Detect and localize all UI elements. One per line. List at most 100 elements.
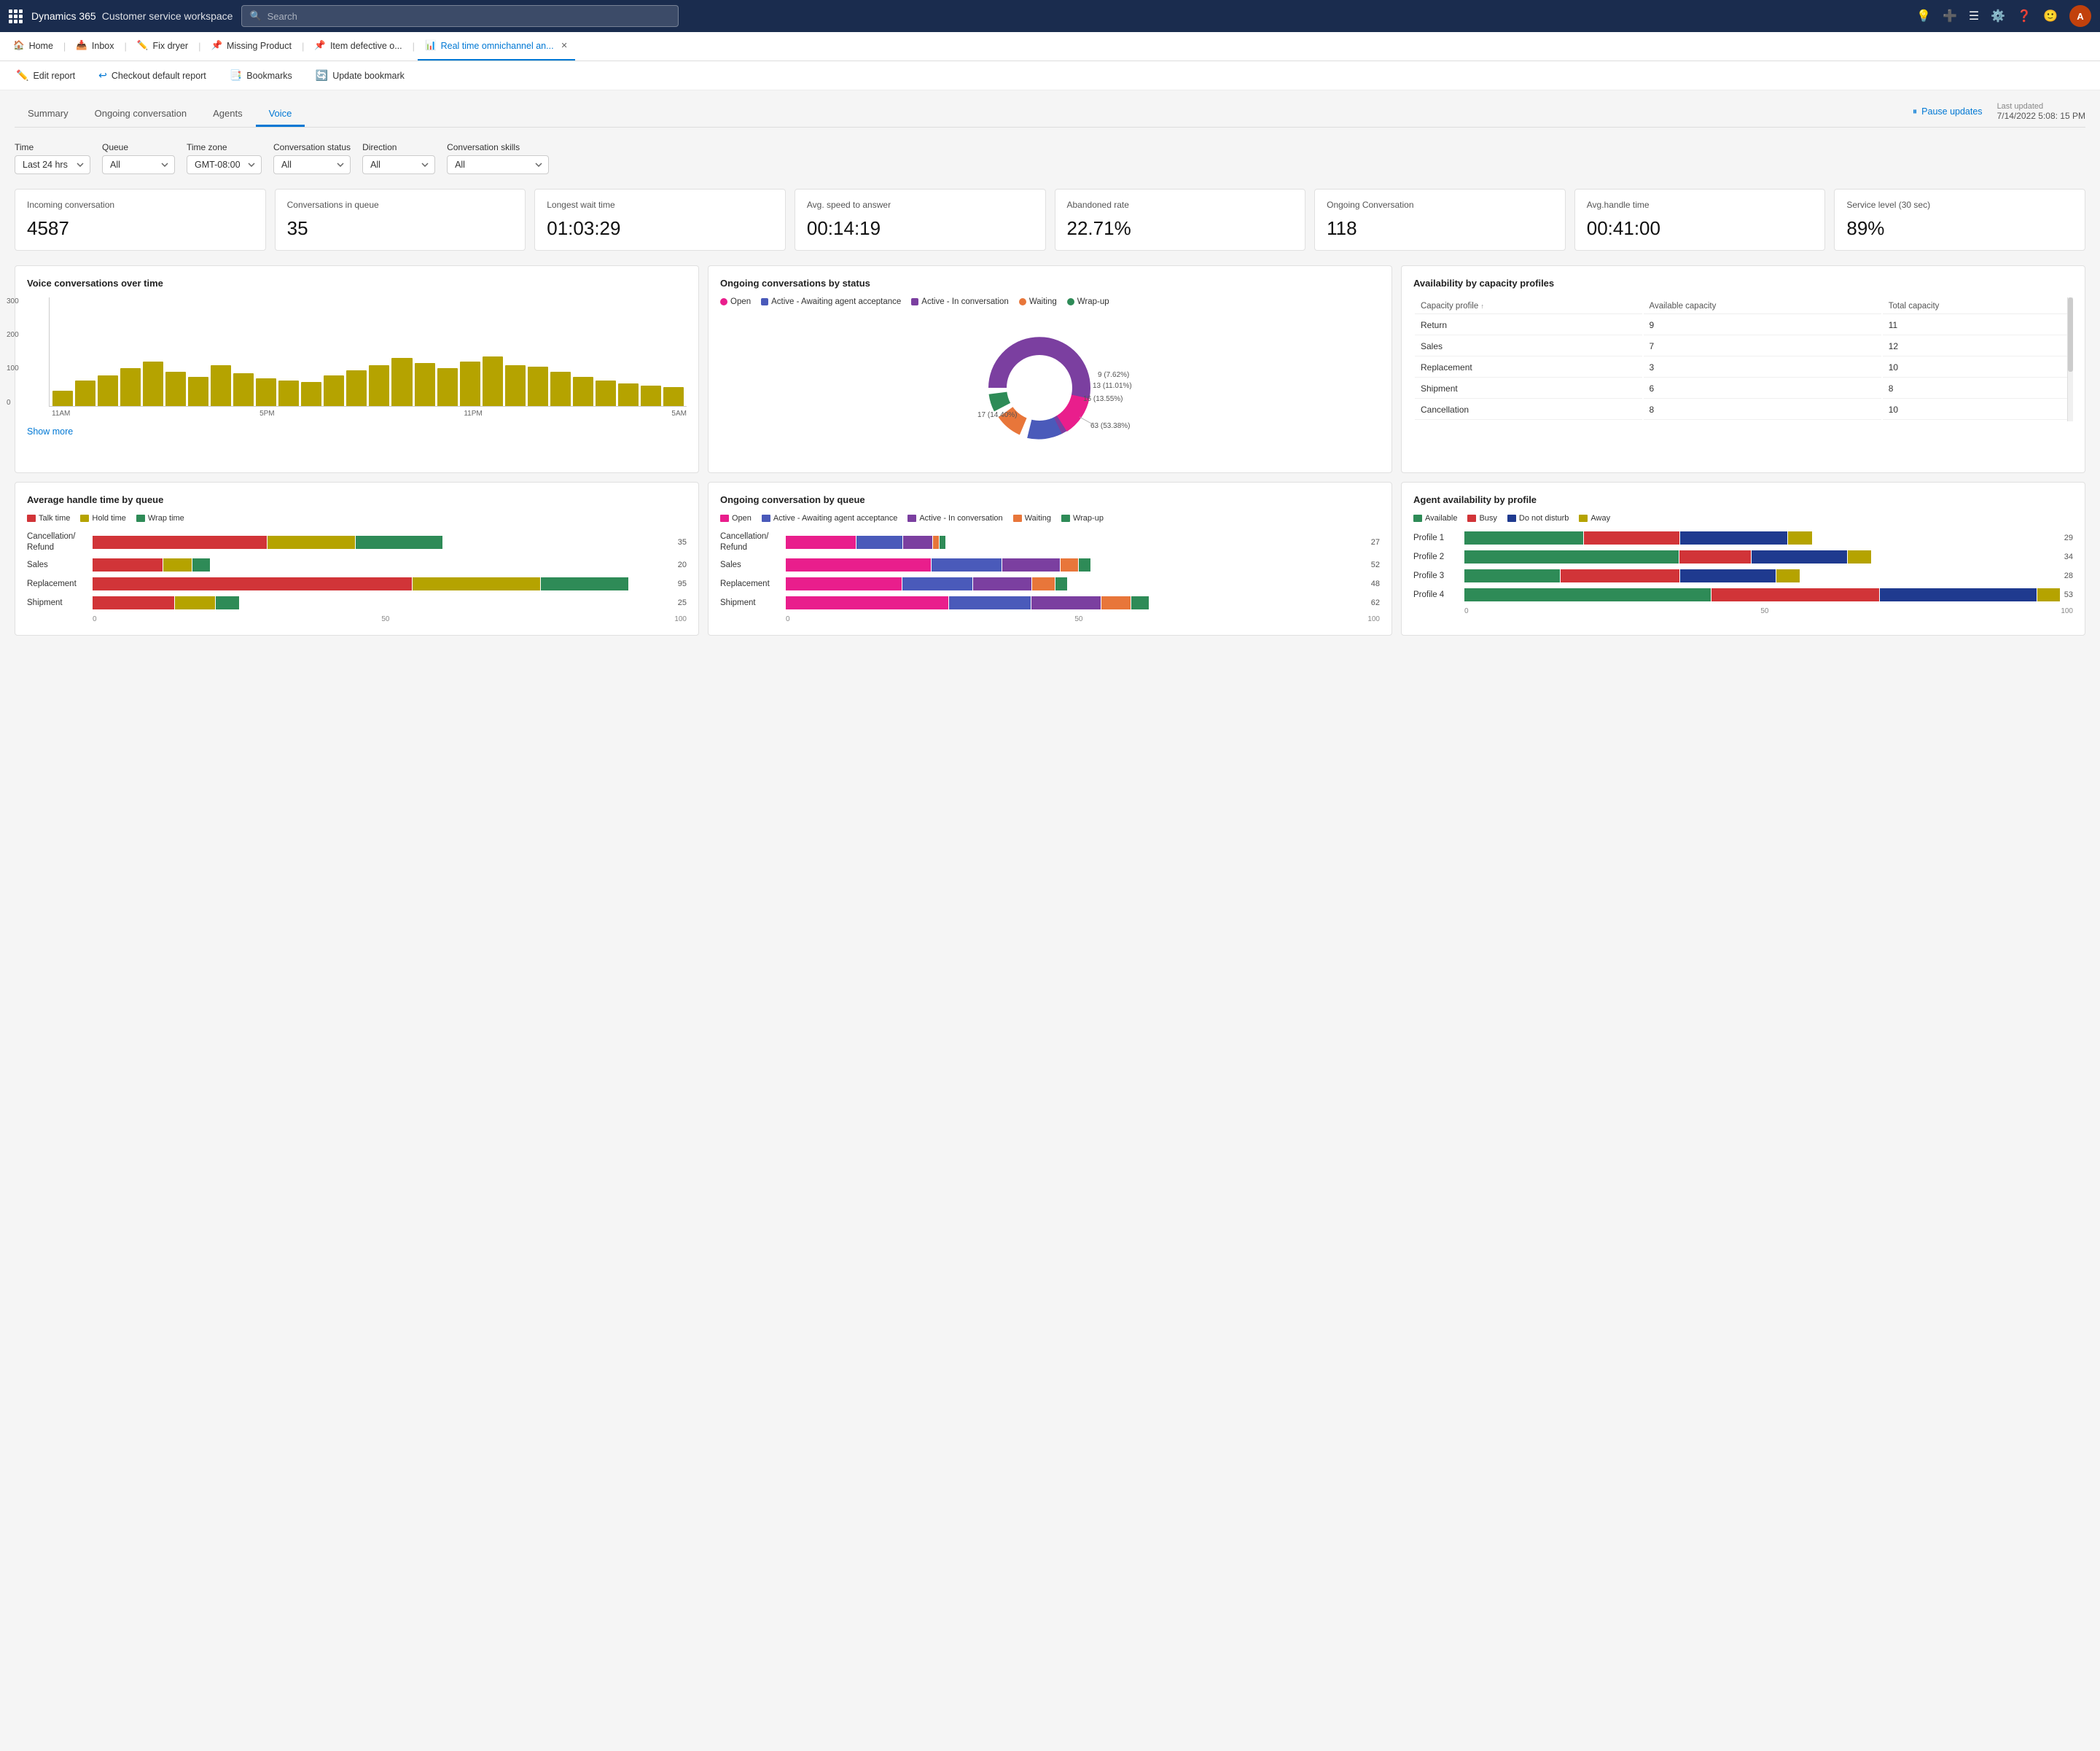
agent-avail-title: Agent availability by profile [1413,494,2073,505]
aa-profile1: Profile 1 29 [1413,531,2073,545]
conv-status-select[interactable]: AllActive [273,155,351,174]
capacity-table: Capacity profile ↑ Available capacity To… [1413,297,2073,421]
avg-handle-title: Average handle time by queue [27,494,687,505]
search-placeholder: Search [268,11,297,22]
pin-icon: 📌 [211,40,222,51]
bookmarks-button[interactable]: 📑 Bookmarks [225,66,297,85]
status-chart-card: Ongoing conversations by status Open Act… [708,265,1392,473]
refresh-icon: 🔄 [316,69,328,82]
avg-handle-card: Average handle time by queue Talk time H… [15,482,699,636]
status-legend: Open Active - Awaiting agent acceptance … [720,297,1380,306]
voice-bar [663,387,684,406]
waffle-icon[interactable] [9,9,23,23]
timezone-filter: Time zone GMT-08:00GMT-05:00 [187,142,262,174]
checkout-default-button[interactable]: ↩ Checkout default report [94,66,211,85]
voice-bar [415,363,435,405]
ongoing-queue-legend: Open Active - Awaiting agent acceptance … [720,514,1380,523]
sub-tab-ongoing[interactable]: Ongoing conversation [82,102,200,127]
report-icon: 📊 [425,40,437,51]
scrollbar-thumb[interactable] [2068,297,2073,372]
sub-tab-summary[interactable]: Summary [15,102,82,127]
voice-bar [120,368,141,405]
voice-bar [165,372,186,406]
tab-inbox[interactable]: 📥 Inbox [69,32,121,61]
kpi-service-level: Service level (30 sec) 89% [1834,189,2085,251]
time-select[interactable]: Last 24 hrs Last 48 hrs Last 7 days [15,155,90,174]
legend-open: Open [720,297,751,306]
voice-bar [596,381,616,406]
voice-bar [143,362,163,406]
pencil-icon: ✏️ [16,69,28,82]
plus-icon[interactable]: ➕ [1943,9,1957,23]
voice-bar [324,375,344,406]
menu-icon[interactable]: ☰ [1969,9,1979,23]
table-row: Replacement310 [1415,358,2072,378]
sub-tab-agents[interactable]: Agents [200,102,255,127]
time-filter: Time Last 24 hrs Last 48 hrs Last 7 days [15,142,90,174]
svg-text:63 (53.38%): 63 (53.38%) [1090,422,1130,430]
tab-realtime[interactable]: 📊 Real time omnichannel an... ✕ [418,32,575,61]
voice-bar [211,365,231,406]
hbar-cancellation: Cancellation/ Refund 35 [27,531,687,553]
scrollbar-track[interactable] [2067,297,2073,421]
skills-select[interactable]: AllTechnical [447,155,549,174]
voice-bar [618,383,639,405]
update-bookmark-button[interactable]: 🔄 Update bookmark [311,66,409,85]
voice-bar [391,358,412,405]
tab-fix-dryer[interactable]: ✏️ Fix dryer [130,32,195,61]
sort-icon: ↑ [1480,303,1484,310]
voice-bar [278,381,299,406]
table-row: Shipment68 [1415,379,2072,399]
donut-svg: 9 (7.62%) 13 (11.01%) 16 (13.55%) 17 (14… [963,315,1138,461]
table-row: Sales712 [1415,337,2072,356]
legend-inconvo: Active - In conversation [911,297,1009,306]
tab-home[interactable]: 🏠 Home [6,32,60,61]
queue-filter: Queue AllSales [102,142,175,174]
show-more-button[interactable]: Show more [27,426,73,437]
donut-chart: 9 (7.62%) 13 (11.01%) 16 (13.55%) 17 (14… [720,315,1380,461]
voice-bar [483,356,503,406]
voice-bar [301,382,321,406]
timezone-select[interactable]: GMT-08:00GMT-05:00 [187,155,262,174]
toolbar: ✏️ Edit report ↩ Checkout default report… [0,61,2100,90]
tab-missing-product[interactable]: 📌 Missing Product [203,32,299,61]
direction-select[interactable]: AllInbound [362,155,435,174]
checkout-icon: ↩ [98,69,107,82]
help-icon[interactable]: ❓ [2017,9,2031,23]
tab-item-defective[interactable]: 📌 Item defective o... [307,32,409,61]
sub-tab-voice[interactable]: Voice [256,102,305,127]
lightbulb-icon[interactable]: 💡 [1916,9,1931,23]
settings-icon[interactable]: ⚙️ [1991,9,2005,23]
pause-icon: ⏸ [1913,106,1917,117]
home-icon: 🏠 [13,40,25,51]
user-avatar[interactable]: A [2069,5,2091,27]
voice-bar [52,391,73,406]
nav-icons: 💡 ➕ ☰ ⚙️ ❓ 🙂 A [1916,5,2091,27]
skills-filter: Conversation skills AllTechnical [447,142,549,174]
kpi-avg-speed: Avg. speed to answer 00:14:19 [795,189,1046,251]
voice-bar [573,377,593,406]
svg-text:16 (13.55%): 16 (13.55%) [1083,395,1123,403]
voice-x-labels: 11AM 5PM 11PM 5AM [49,410,687,418]
inbox-icon: 📥 [76,40,87,51]
queue-select[interactable]: AllSales [102,155,175,174]
legend-awaiting: Active - Awaiting agent acceptance [761,297,901,306]
oq-replacement: Replacement 48 [720,577,1380,590]
voice-bar [188,377,208,406]
edit-report-button[interactable]: ✏️ Edit report [12,66,79,85]
voice-bar [75,381,95,406]
aa-profile4: Profile 4 53 [1413,588,2073,601]
table-row: Cancellation810 [1415,400,2072,420]
pause-updates-button[interactable]: ⏸ Pause updates [1913,106,1983,117]
tab-close-icon[interactable]: ✕ [561,41,568,50]
voice-bar [641,386,661,406]
smiley-icon[interactable]: 🙂 [2043,9,2058,23]
kpi-conv-in-queue: Conversations in queue 35 [275,189,526,251]
charts-row-2: Average handle time by queue Talk time H… [15,482,2085,636]
oq-xaxis: 0 50 100 [786,615,1380,623]
pin-icon-2: 📌 [314,40,326,51]
search-box[interactable]: 🔍 Search [241,5,679,27]
voice-bar [98,375,118,406]
sub-tab-bar: Summary Ongoing conversation Agents Voic… [15,102,2085,128]
status-chart-title: Ongoing conversations by status [720,278,1380,289]
